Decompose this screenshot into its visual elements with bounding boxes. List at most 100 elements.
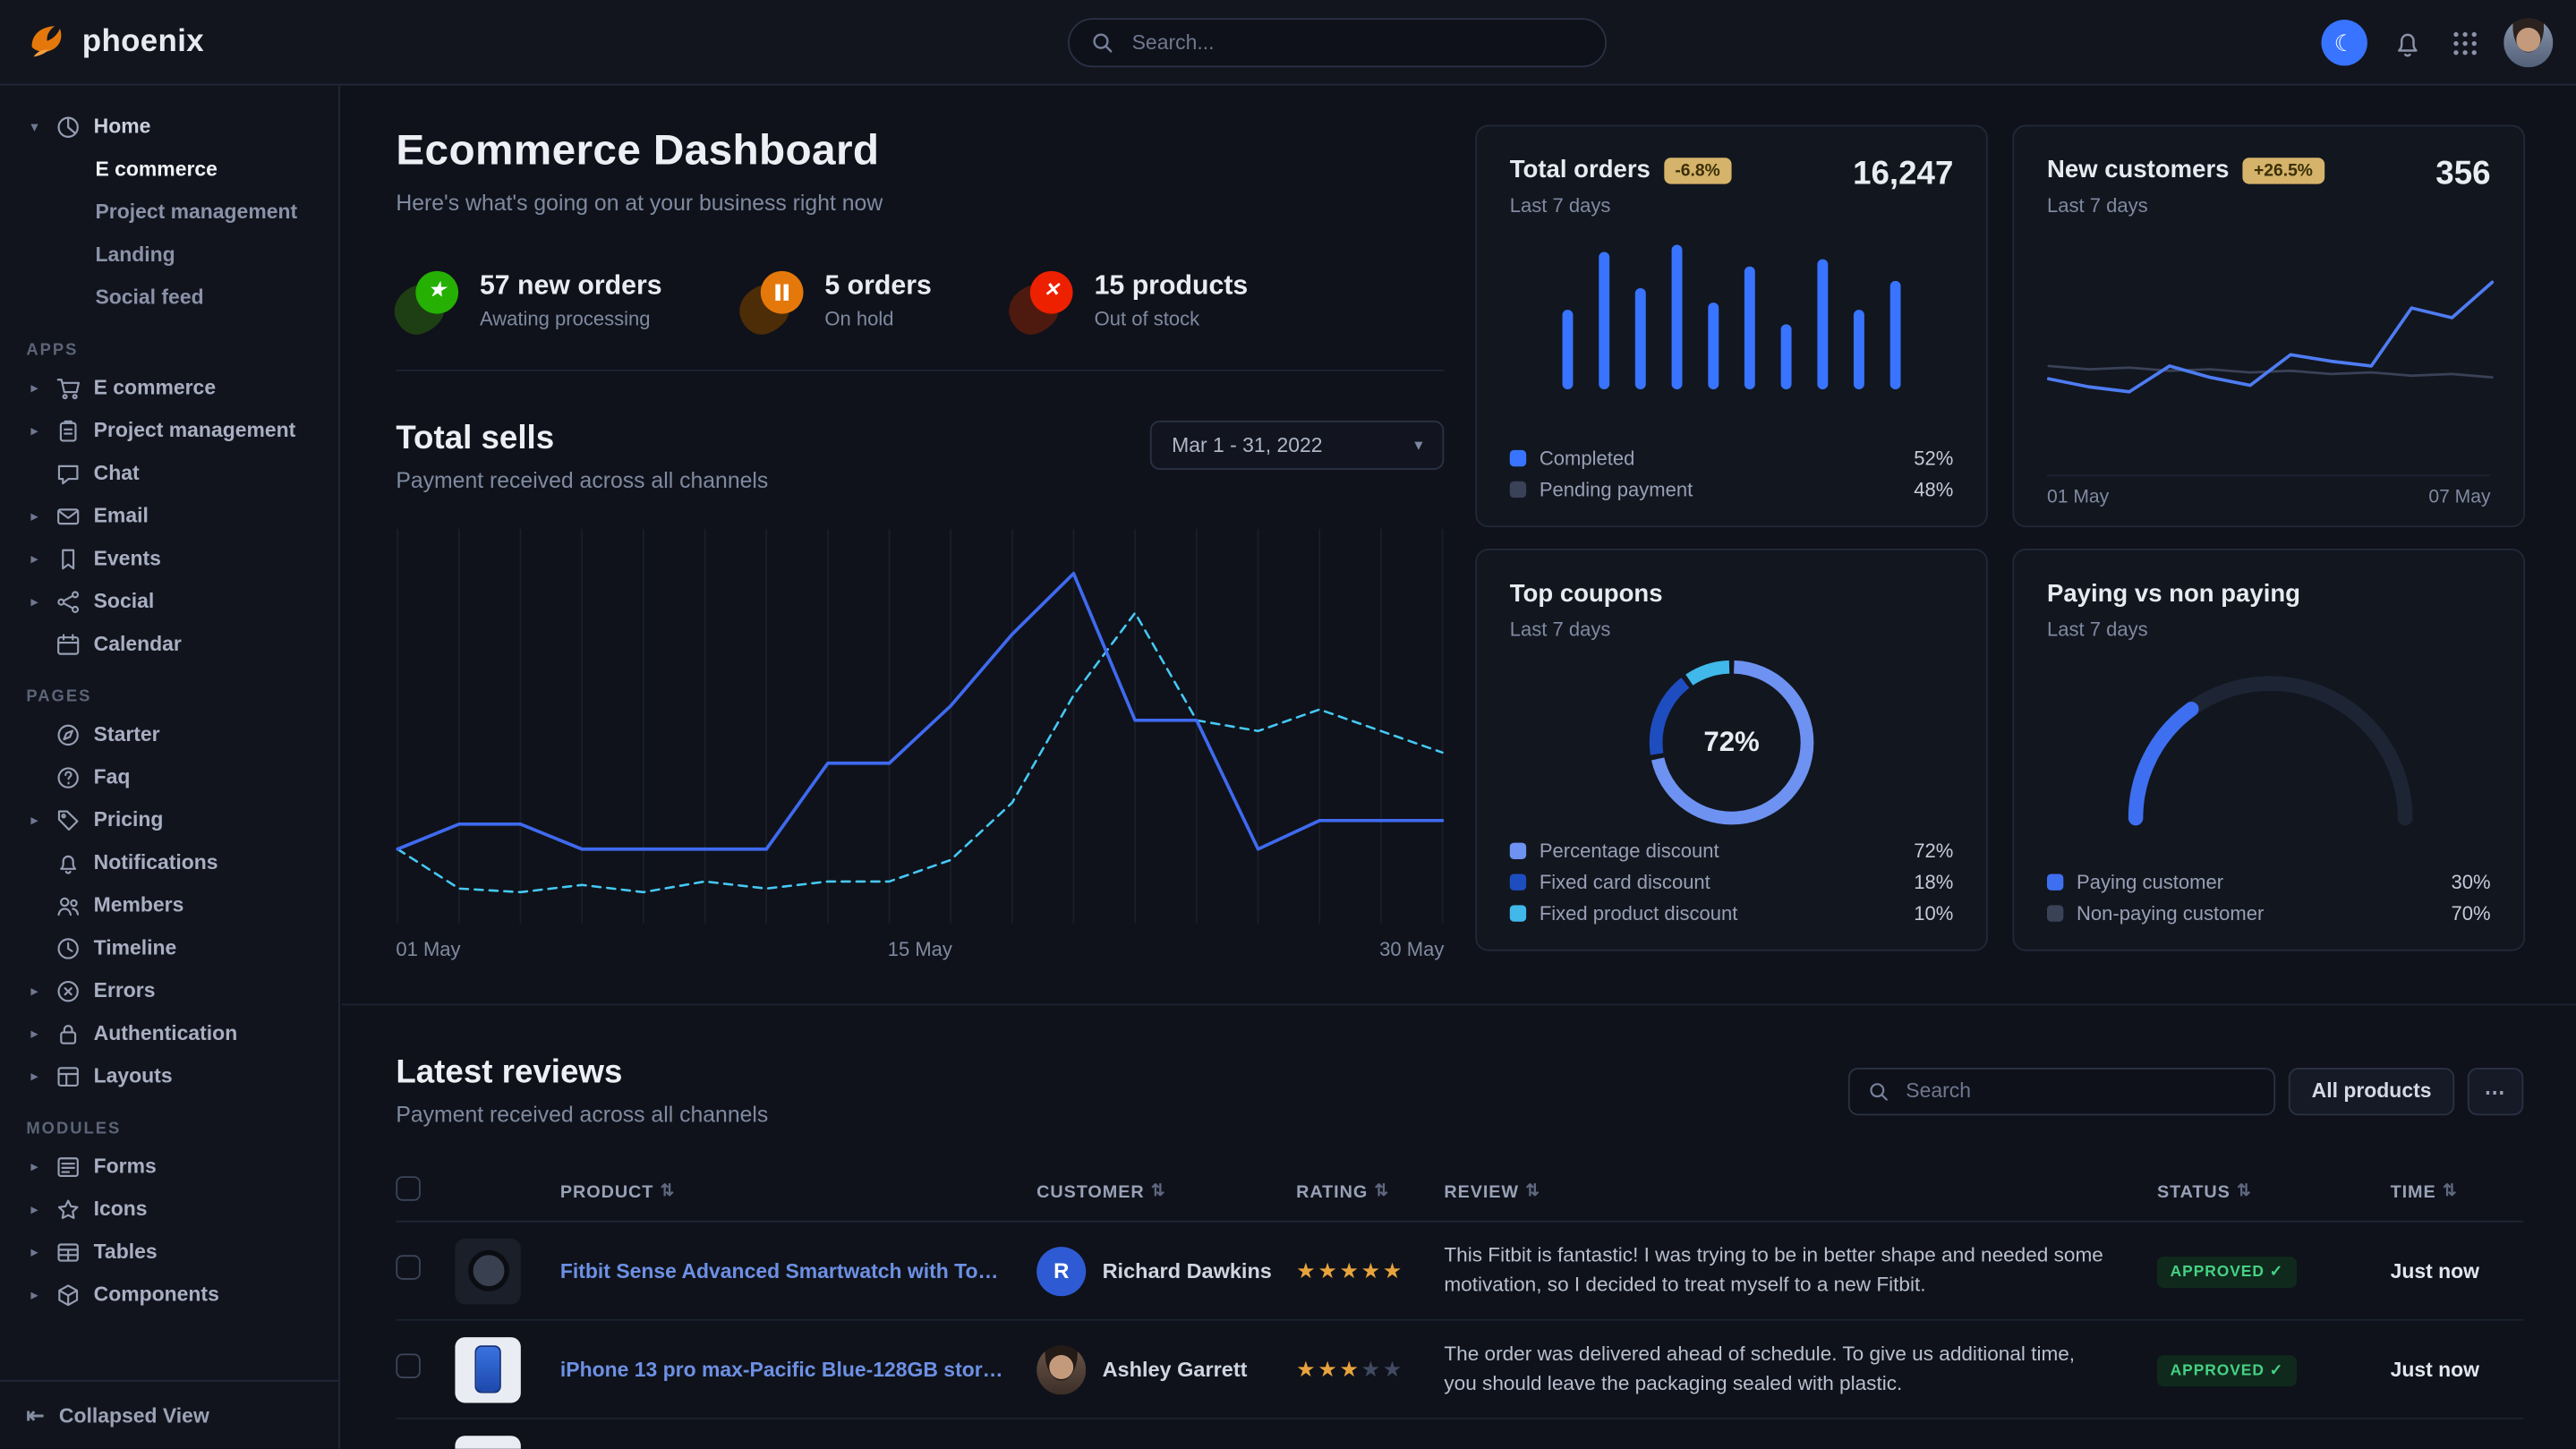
product-thumbnail [455,1435,520,1449]
product-link[interactable]: iPhone 13 pro max-Pacific Blue-128GB sto… [560,1358,1036,1381]
review-row-3 [396,1419,2523,1449]
column-header-time[interactable]: TIME⇅ [2367,1182,2525,1202]
sidebar-item-timeline[interactable]: Timeline [13,926,326,969]
sidebar-item-events[interactable]: ▸Events [13,537,326,580]
sidebar-item-forms[interactable]: ▸Forms [13,1145,326,1188]
collapse-sidebar-icon: ⇤ [26,1402,44,1428]
paying-gauge-chart [2047,657,2491,828]
moon-icon: ☾ [2334,31,2355,55]
customer-avatar: R [1036,1246,1086,1295]
brand-name: phoenix [82,24,204,60]
row-checkbox[interactable] [396,1254,421,1279]
date-range-select[interactable]: Mar 1 - 31, 2022 ▾ [1150,421,1444,470]
sidebar-item-authentication[interactable]: ▸Authentication [13,1012,326,1055]
table-icon [55,1240,82,1265]
share-icon [55,589,82,614]
total-sells-header: Total sells Payment received across all … [396,421,1444,493]
sidebar-item-home[interactable]: ▾Home [13,105,326,148]
star-rating: ★★★★★ [1296,1356,1404,1381]
card-period: Last 7 days [2047,618,2300,641]
product-link[interactable]: Fitbit Sense Advanced Smartwatch with To… [560,1259,1036,1283]
column-header-rating[interactable]: RATING⇅ [1296,1182,1444,1202]
x-label: 30 May [1379,938,1444,961]
review-row-1: Fitbit Sense Advanced Smartwatch with To… [396,1223,2523,1321]
apps-grid-button[interactable] [2448,25,2483,60]
app-root: phoenix ☾ ▾HomeE commerceProject [0,0,2576,1449]
user-avatar[interactable] [2503,18,2553,67]
all-products-button[interactable]: All products [2289,1067,2454,1114]
sidebar-subitem-project-management[interactable]: Project management [13,191,326,234]
sidebar-item-members[interactable]: Members [13,883,326,926]
sidebar: ▾HomeE commerceProject managementLanding… [0,85,340,1448]
column-header-customer[interactable]: CUSTOMER⇅ [1036,1182,1296,1202]
column-header-status[interactable]: STATUS⇅ [2157,1182,2367,1202]
rating-cell: ★★★★★ [1296,1256,1444,1285]
top-coupons-card: Top coupons Last 7 days 72% Percentage d… [1475,549,1988,951]
orders-bar-chart [1510,244,1954,389]
star-rating: ★★★★★ [1296,1257,1404,1283]
product-thumbnail-cell [455,1435,559,1449]
customer-avatar [1036,1344,1086,1394]
stats-row: ★57 new ordersAwating processing5 orders… [396,271,1444,371]
sidebar-item-notifications[interactable]: Notifications [13,841,326,884]
sort-icon: ⇅ [1375,1183,1389,1201]
legend-item-pending-payment: Pending payment48% [1510,473,1954,505]
sidebar-item-chat[interactable]: Chat [13,452,326,495]
reviews-search[interactable] [1848,1067,2275,1114]
column-header-product[interactable]: PRODUCT⇅ [560,1182,1036,1202]
legend-swatch [1510,449,1526,465]
sidebar-item-faq[interactable]: Faq [13,755,326,798]
sidebar-item-pricing[interactable]: ▸Pricing [13,798,326,841]
review-row-2: iPhone 13 pro max-Pacific Blue-128GB sto… [396,1321,2523,1419]
sidebar-item-components[interactable]: ▸Components [13,1273,326,1316]
select-all-checkbox[interactable] [396,1175,421,1200]
sidebar-item-calendar[interactable]: Calendar [13,623,326,666]
lock-icon [55,1021,82,1046]
total-sells-x-axis: 01 May 15 May 30 May [396,938,1444,961]
collapse-view-toggle[interactable]: ⇤ Collapsed View [0,1380,338,1449]
cart-icon [55,375,82,400]
search-icon [1091,31,1114,55]
status-cell: APPROVED ✓ [2157,1353,2367,1386]
rating-cell: ★★★★★ [1296,1354,1444,1384]
reviews-search-input[interactable] [1903,1078,2256,1104]
row-checkbox[interactable] [396,1353,421,1378]
sidebar-subitem-e-commerce[interactable]: E commerce [13,148,326,191]
sidebar-item-project-management[interactable]: ▸Project management [13,409,326,452]
legend-swatch [2047,874,2063,890]
x-label: 15 May [888,938,952,961]
brand[interactable]: phoenix [26,21,338,63]
column-header-review[interactable]: REVIEW⇅ [1444,1182,2157,1202]
sidebar-item-errors[interactable]: ▸Errors [13,969,326,1012]
stat-out-of-stock: ✕15 productsOut of stock [1011,271,1248,330]
sidebar-item-layouts[interactable]: ▸Layouts [13,1054,326,1097]
sidebar-item-starter[interactable]: Starter [13,713,326,756]
legend-item-fixed-card-discount: Fixed card discount18% [1510,865,1954,897]
sidebar-subitem-landing[interactable]: Landing [13,234,326,277]
legend-item-percentage-discount: Percentage discount72% [1510,834,1954,865]
sidebar-item-social[interactable]: ▸Social [13,580,326,623]
status-cell: APPROVED ✓ [2157,1254,2367,1287]
theme-toggle-button[interactable]: ☾ [2322,20,2367,65]
customer-name: Ashley Garrett [1103,1357,1248,1382]
notifications-button[interactable] [2389,24,2427,62]
phoenix-logo-icon [26,21,67,63]
total-orders-card: Total orders -6.8% Last 7 days 16,247 Co… [1475,124,1988,527]
review-text: The order was delivered ahead of schedul… [1444,1340,2157,1398]
grid-icon [2452,29,2479,56]
review-text: This Fitbit is fantastic! I was trying t… [1444,1241,2157,1300]
legend-item-fixed-product-discount: Fixed product discount10% [1510,897,1954,928]
more-options-button[interactable]: ⋯ [2468,1067,2523,1114]
sidebar-item-tables[interactable]: ▸Tables [13,1231,326,1274]
dashboard-left-column: Ecommerce Dashboard Here's what's going … [396,124,1444,960]
sidebar-nav: ▾HomeE commerceProject managementLanding… [0,85,338,1316]
new-customers-card: New customers +26.5% Last 7 days 356 01 … [2012,124,2525,527]
layout-icon [55,1063,82,1088]
card-title: New customers [2047,156,2230,183]
sidebar-item-icons[interactable]: ▸Icons [13,1188,326,1231]
sidebar-item-email[interactable]: ▸Email [13,494,326,537]
search-input[interactable] [1129,30,1583,55]
sidebar-subitem-social-feed[interactable]: Social feed [13,276,326,319]
sidebar-item-e-commerce[interactable]: ▸E commerce [13,366,326,409]
global-search[interactable] [1068,18,1607,67]
